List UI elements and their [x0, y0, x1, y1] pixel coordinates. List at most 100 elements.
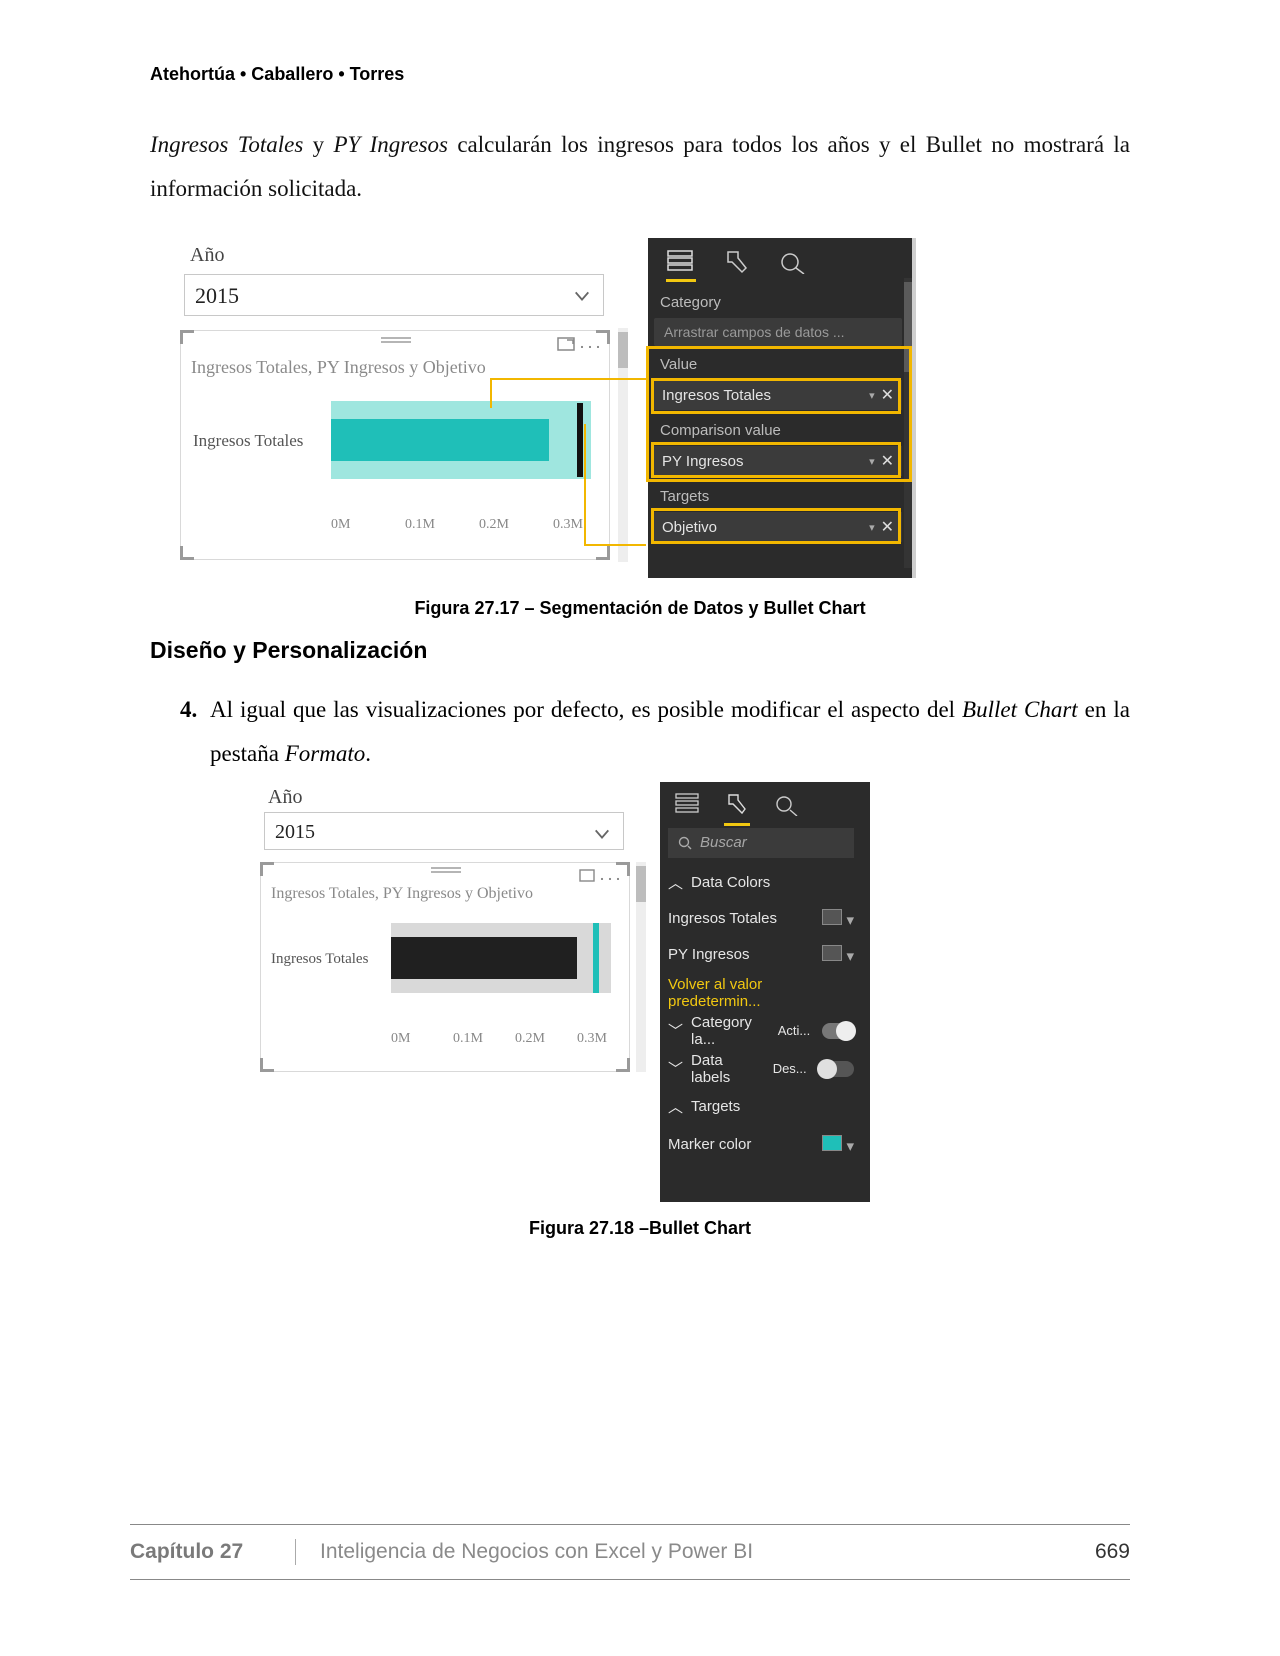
analytics-tab-icon[interactable]	[778, 248, 806, 276]
section-label: Category la...	[691, 1014, 770, 1048]
color-swatch[interactable]	[822, 909, 842, 925]
footer-page-number: 669	[1095, 1540, 1130, 1564]
format-section-targets[interactable]: ︿ Targets	[668, 1092, 854, 1122]
text: Al igual que las visualizaciones por def…	[210, 697, 962, 722]
slicer-year[interactable]: 2015	[264, 812, 624, 850]
chevron-down-icon: ﹀	[668, 1058, 683, 1079]
italic-term: Formato	[285, 741, 366, 766]
selection-handle[interactable]	[596, 546, 610, 560]
slicer-label: Año	[268, 786, 302, 809]
drag-handle-icon[interactable]	[431, 867, 461, 875]
target-marker	[577, 403, 583, 477]
italic-term: Ingresos Totales	[150, 132, 303, 157]
numbered-step: 4. Al igual que las visualizaciones por …	[180, 688, 1130, 775]
page-footer: Capítulo 27 Inteligencia de Negocios con…	[130, 1524, 1130, 1580]
italic-term: PY Ingresos	[333, 132, 448, 157]
section-label: Value	[660, 356, 697, 373]
field-well-category[interactable]: Arrastrar campos de datos ...	[654, 318, 902, 346]
dropdown-arrow-icon[interactable]: ▾	[869, 389, 875, 402]
color-swatch[interactable]	[822, 945, 842, 961]
italic-term: Bullet Chart	[962, 697, 1078, 722]
selection-handle[interactable]	[596, 330, 610, 344]
toggle-switch[interactable]	[819, 1061, 854, 1077]
field-name: Ingresos Totales	[662, 387, 771, 404]
slicer-label: Año	[190, 244, 224, 267]
x-tick: 0.2M	[515, 1031, 545, 1047]
body-paragraph: Ingresos Totales y PY Ingresos calculará…	[150, 123, 1130, 210]
dropdown-arrow-icon[interactable]: ▾	[846, 948, 854, 965]
fields-tab-icon[interactable]	[666, 248, 694, 276]
color-label: Marker color	[668, 1136, 751, 1153]
dropdown-arrow-icon[interactable]: ▾	[846, 1138, 854, 1155]
selection-handle[interactable]	[260, 862, 274, 876]
panel-tabs	[648, 248, 916, 282]
slicer-year[interactable]: 2015	[184, 274, 604, 316]
selection-handle[interactable]	[180, 330, 194, 344]
format-section-data-colors[interactable]: ︿ Data Colors	[668, 868, 854, 898]
figure-27-17: Año 2015 ··· Ingresos Totales, PY Ingres…	[180, 238, 920, 588]
color-row[interactable]: Marker color ▾	[668, 1130, 854, 1160]
format-section-category-labels[interactable]: ﹀ Category la... Acti...	[668, 1016, 854, 1046]
x-tick: 0M	[331, 517, 350, 533]
chevron-down-icon	[573, 287, 591, 310]
color-row[interactable]: Ingresos Totales ▾	[668, 904, 854, 934]
analytics-tab-icon[interactable]	[774, 792, 802, 820]
section-label: Category	[660, 294, 721, 311]
field-name: Objetivo	[662, 519, 717, 536]
field-well-compare[interactable]: PY Ingresos ▾ ✕	[654, 446, 902, 476]
color-row[interactable]: PY Ingresos ▾	[668, 940, 854, 970]
field-name: PY Ingresos	[662, 453, 743, 470]
bullet-chart[interactable]: ··· Ingresos Totales, PY Ingresos y Obje…	[260, 862, 630, 1072]
dropdown-arrow-icon[interactable]: ▾	[869, 521, 875, 534]
scrollbar[interactable]	[636, 862, 646, 1072]
chevron-down-icon	[593, 825, 611, 848]
author-line: Atehortúa • Caballero • Torres	[150, 64, 1130, 85]
x-tick: 0.2M	[479, 517, 509, 533]
focus-mode-icon[interactable]	[557, 337, 575, 356]
remove-field-icon[interactable]: ✕	[881, 451, 894, 471]
reset-to-default-link[interactable]: Volver al valor predetermin...	[668, 978, 854, 1008]
remove-field-icon[interactable]: ✕	[881, 517, 894, 537]
fields-tab-icon[interactable]	[674, 792, 702, 820]
selection-handle[interactable]	[180, 546, 194, 560]
selection-handle[interactable]	[260, 1058, 274, 1072]
section-label: Targets	[691, 1098, 740, 1115]
scrollbar[interactable]	[618, 328, 628, 562]
search-input[interactable]: Buscar	[668, 828, 854, 858]
chevron-down-icon: ﹀	[668, 1020, 683, 1041]
panel-scrollbar[interactable]	[904, 278, 912, 568]
footer-chapter: Capítulo 27	[130, 1540, 295, 1564]
format-tab-icon[interactable]	[724, 792, 752, 820]
dropdown-arrow-icon[interactable]: ▾	[869, 455, 875, 468]
section-label: Targets	[660, 488, 709, 505]
format-section-data-labels[interactable]: ﹀ Data labels Des...	[668, 1054, 854, 1084]
text: y	[303, 132, 333, 157]
section-label: Comparison value	[660, 422, 781, 439]
toggle-switch[interactable]	[822, 1023, 854, 1039]
x-tick: 0.1M	[453, 1031, 483, 1047]
x-tick: 0.1M	[405, 517, 435, 533]
figure-caption: Figura 27.18 –Bullet Chart	[150, 1218, 1130, 1239]
remove-field-icon[interactable]: ✕	[881, 385, 894, 405]
text: .	[365, 741, 371, 766]
selection-handle[interactable]	[616, 1058, 630, 1072]
format-panel: Buscar ︿ Data Colors Ingresos Totales ▾ …	[660, 782, 870, 1202]
field-well-target[interactable]: Objetivo ▾ ✕	[654, 512, 902, 542]
slicer-value: 2015	[195, 283, 239, 309]
x-tick: 0.3M	[577, 1031, 607, 1047]
bar-category-label: Ingresos Totales	[193, 431, 303, 451]
selection-handle[interactable]	[616, 862, 630, 876]
color-label: PY Ingresos	[668, 946, 749, 963]
slicer-value: 2015	[275, 821, 315, 844]
bar-category-label: Ingresos Totales	[271, 951, 368, 968]
field-well-value[interactable]: Ingresos Totales ▾ ✕	[654, 380, 902, 410]
dropdown-arrow-icon[interactable]: ▾	[846, 912, 854, 929]
focus-mode-icon[interactable]	[579, 869, 595, 887]
format-tab-icon[interactable]	[722, 248, 750, 276]
bullet-chart[interactable]: ··· Ingresos Totales, PY Ingresos y Obje…	[180, 330, 610, 560]
drag-handle-icon[interactable]	[381, 337, 411, 345]
color-swatch[interactable]	[822, 1135, 842, 1151]
footer-book-title: Inteligencia de Negocios con Excel y Pow…	[320, 1540, 1095, 1564]
target-marker	[593, 923, 599, 993]
step-number: 4.	[180, 688, 210, 775]
